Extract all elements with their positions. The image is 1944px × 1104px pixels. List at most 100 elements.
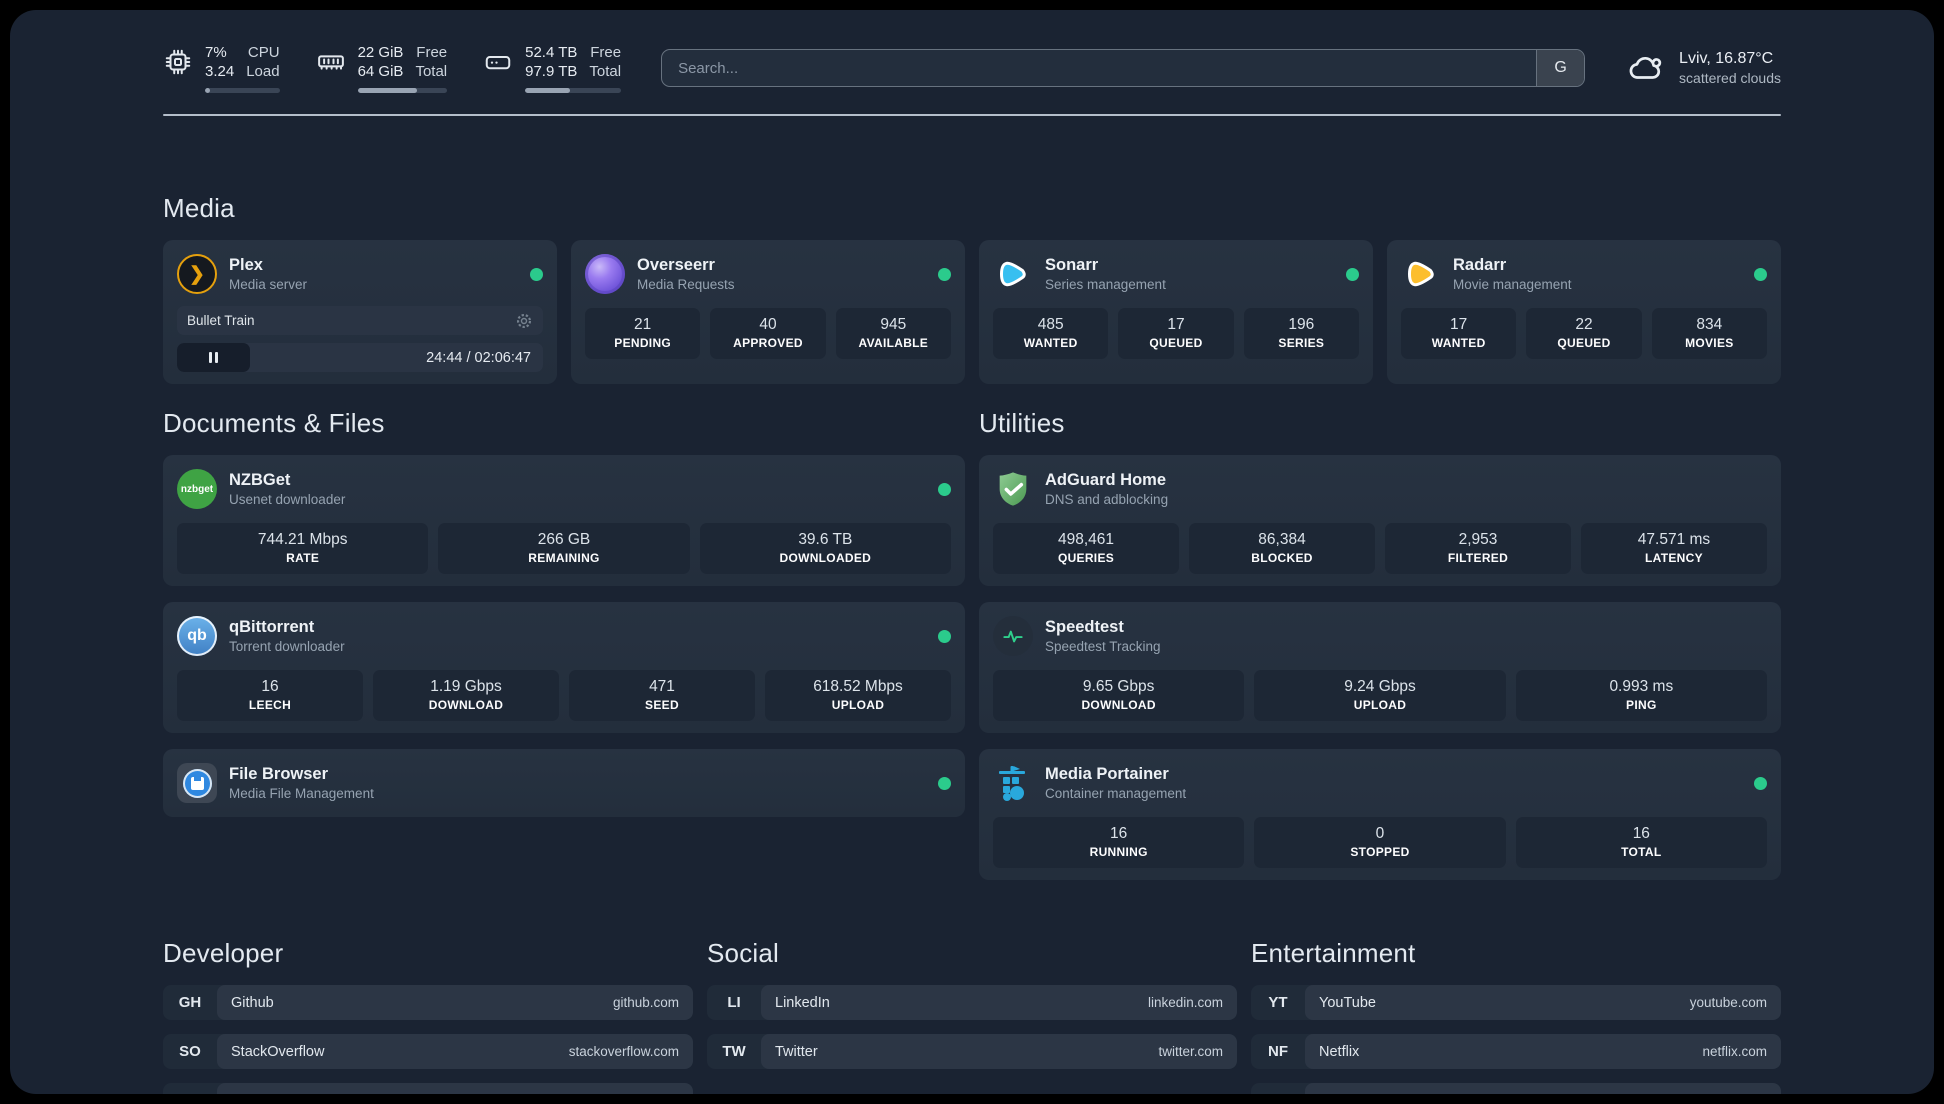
bookmark-reddit[interactable]: RE Reddit reddit.com <box>1251 1083 1781 1094</box>
service-title: qBittorrent <box>229 617 315 636</box>
stat-tile: 485 WANTED <box>993 308 1109 359</box>
disk-free-label: Free <box>590 44 622 61</box>
service-subtitle: DNS and adblocking <box>1045 491 1169 507</box>
service-title: Sonarr <box>1045 255 1099 274</box>
stat-value: 9.24 Gbps <box>1344 678 1416 695</box>
bookmark-url: linkedin.com <box>1147 995 1223 1010</box>
status-dot-online <box>1754 776 1767 790</box>
speedtest-icon <box>993 616 1033 656</box>
service-subtitle: Speedtest Tracking <box>1045 638 1161 654</box>
stat-label: RUNNING <box>1089 845 1148 859</box>
stat-label: WANTED <box>1023 336 1078 350</box>
service-subtitle: Usenet downloader <box>229 491 346 507</box>
service-subtitle: Media server <box>229 276 308 292</box>
section-title-social: Social <box>707 938 780 968</box>
service-card-adguard[interactable]: AdGuard Home DNS and adblocking 498,461 … <box>979 455 1781 586</box>
search-input[interactable] <box>662 50 1537 86</box>
portainer-icon <box>993 763 1033 803</box>
stat-tile: 39.6 TB DOWNLOADED <box>699 523 951 574</box>
entertainment-column: Entertainment YT YouTube youtube.com NF … <box>1251 938 1781 1094</box>
stat-label: MOVIES <box>1685 336 1734 350</box>
service-card-qbittorrent[interactable]: qb qBittorrent Torrent downloader 16 LEE… <box>163 602 965 733</box>
memory-free-label: Free <box>416 44 448 61</box>
service-card-portainer[interactable]: Media Portainer Container management 16 … <box>979 749 1781 880</box>
stat-tile: 22 QUEUED <box>1526 308 1642 359</box>
bookmark-abbr: LI <box>727 994 741 1011</box>
bookmark-dev[interactable]: DT DEV dev.to <box>163 1083 693 1094</box>
stat-label: DOWNLOAD <box>428 698 504 712</box>
disk-stat: 52.4 TB 97.9 TB Free Total <box>483 43 622 93</box>
stat-value: 17 <box>1167 316 1185 333</box>
session-settings-icon[interactable] <box>515 312 533 330</box>
bookmark-twitter[interactable]: TW Twitter twitter.com <box>707 1034 1237 1069</box>
service-subtitle: Series management <box>1045 276 1166 292</box>
stat-label: BLOCKED <box>1251 551 1313 565</box>
stat-label: TOTAL <box>1621 845 1662 859</box>
cpu-load-value: 3.24 <box>205 63 235 80</box>
bookmark-linkedin[interactable]: LI LinkedIn linkedin.com <box>707 985 1237 1020</box>
service-card-nzbget[interactable]: nzbget NZBGet Usenet downloader 744.21 M… <box>163 455 965 586</box>
stat-tile: 2,953 FILTERED <box>1385 523 1571 574</box>
bookmark-name: Netflix <box>1319 1043 1360 1060</box>
memory-progress-bar <box>357 88 448 93</box>
bookmark-abbr: GH <box>178 994 202 1011</box>
service-card-sonarr[interactable]: Sonarr Series management 485 WANTED 17 Q… <box>979 240 1373 384</box>
service-card-speedtest[interactable]: Speedtest Speedtest Tracking 9.65 Gbps D… <box>979 602 1781 733</box>
stat-tile: 40 APPROVED <box>710 308 826 359</box>
section-title-entertainment: Entertainment <box>1251 938 1416 968</box>
stat-tile: 16 RUNNING <box>993 817 1245 868</box>
stat-tile: 17 WANTED <box>1401 308 1517 359</box>
stat-value: 86,384 <box>1258 531 1306 548</box>
bookmark-stackoverflow[interactable]: SO StackOverflow stackoverflow.com <box>163 1034 693 1069</box>
section-title-developer: Developer <box>163 938 284 968</box>
stat-tile: 945 AVAILABLE <box>835 308 951 359</box>
service-card-radarr[interactable]: Radarr Movie management 17 WANTED 22 QUE… <box>1387 240 1781 384</box>
search-provider-button[interactable]: G <box>1536 50 1585 86</box>
service-title: AdGuard Home <box>1045 470 1167 489</box>
service-title: Plex <box>229 255 263 274</box>
cpu-load-label: Load <box>246 63 280 80</box>
status-dot-online <box>938 482 951 496</box>
bookmark-name: StackOverflow <box>231 1043 325 1060</box>
stat-value: 17 <box>1450 316 1468 333</box>
service-subtitle: Media File Management <box>229 785 374 801</box>
section-title-media: Media <box>163 193 235 223</box>
plex-icon: ❯ <box>177 254 217 294</box>
stat-label: SERIES <box>1278 336 1325 350</box>
topbar-divider <box>163 114 1781 116</box>
disk-icon <box>483 47 513 77</box>
search-bar[interactable]: G <box>661 49 1586 87</box>
service-card-plex[interactable]: ❯ Plex Media server Bullet Train 24:44 /… <box>163 240 557 384</box>
stat-value: 945 <box>880 316 907 333</box>
stat-tile: 9.65 Gbps DOWNLOAD <box>993 670 1245 721</box>
stat-label: QUERIES <box>1057 551 1115 565</box>
stat-label: WANTED <box>1431 336 1486 350</box>
memory-free-value: 22 GiB <box>357 44 404 61</box>
stat-label: DOWNLOADED <box>779 551 872 565</box>
stat-value: 40 <box>759 316 777 333</box>
radarr-icon <box>1401 254 1441 294</box>
stat-tile: 618.52 Mbps UPLOAD <box>765 670 951 721</box>
memory-total-value: 64 GiB <box>357 63 404 80</box>
service-title: Radarr <box>1453 255 1507 274</box>
utilities-column: Utilities AdGuard Home DNS and adblockin… <box>979 408 1781 880</box>
service-subtitle: Container management <box>1045 785 1187 801</box>
disk-progress-bar <box>525 88 622 93</box>
bookmark-netflix[interactable]: NF Netflix netflix.com <box>1251 1034 1781 1069</box>
stat-label: REMAINING <box>528 551 600 565</box>
status-dot-online <box>938 776 951 790</box>
stat-value: 834 <box>1696 316 1723 333</box>
bookmark-youtube[interactable]: YT YouTube youtube.com <box>1251 985 1781 1020</box>
service-card-filebrowser[interactable]: File Browser Media File Management <box>163 749 965 817</box>
pause-icon[interactable] <box>177 343 251 372</box>
stat-tile: 471 SEED <box>569 670 755 721</box>
now-playing-title: Bullet Train <box>187 313 255 328</box>
now-playing-row: Bullet Train <box>177 306 543 335</box>
bookmark-github[interactable]: GH Github github.com <box>163 985 693 1020</box>
stat-label: LATENCY <box>1645 551 1703 565</box>
stat-value: 498,461 <box>1057 531 1115 548</box>
service-card-overseerr[interactable]: Overseerr Media Requests 21 PENDING 40 A… <box>571 240 965 384</box>
memory-icon <box>316 47 346 77</box>
stat-value: 0 <box>1375 825 1385 842</box>
top-bar: 7% 3.24 CPU Load 22 GiB 64 GiB Free Tota… <box>163 10 1781 96</box>
